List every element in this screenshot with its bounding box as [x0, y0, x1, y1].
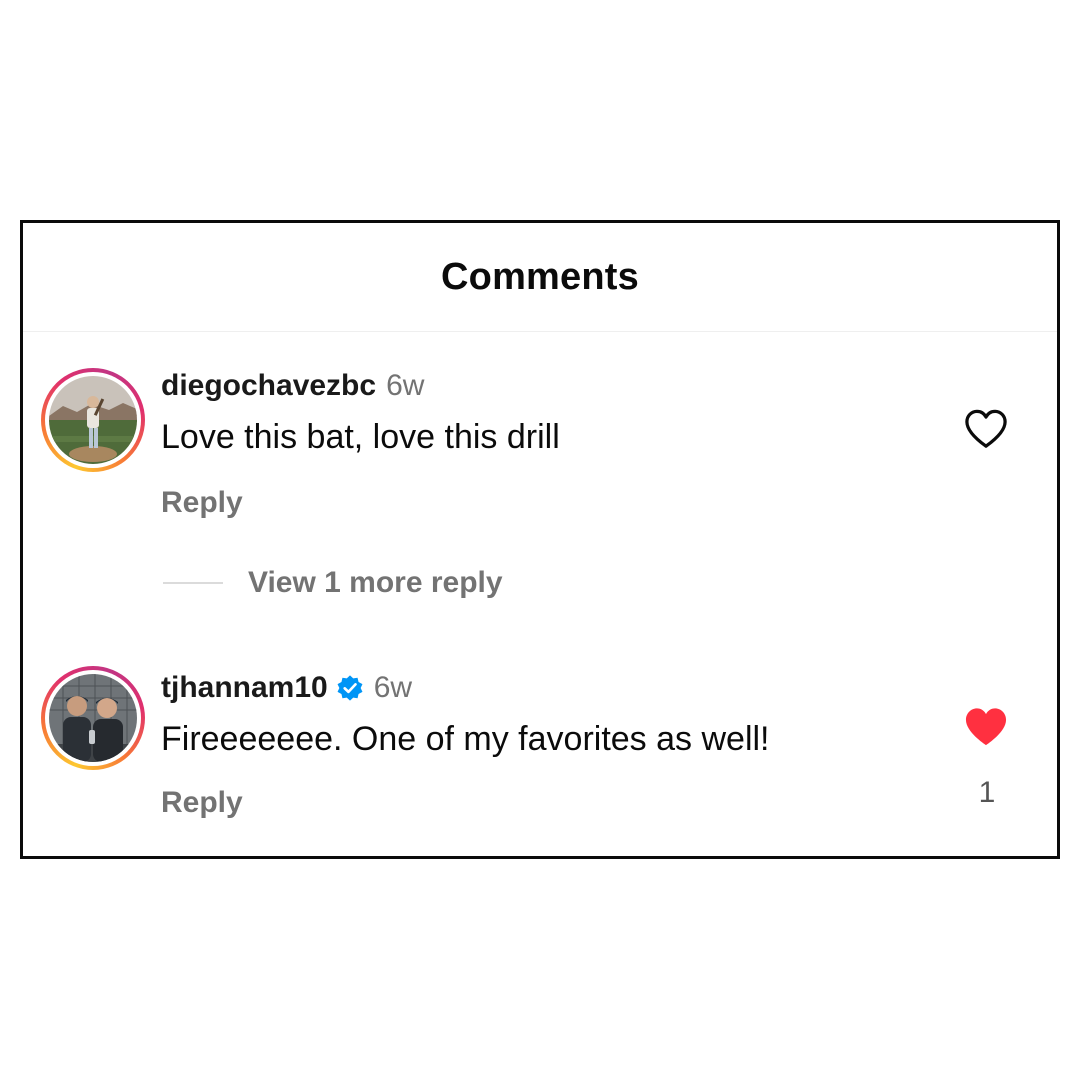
comment-time: 6w: [386, 369, 425, 402]
comments-header: Comments: [23, 223, 1057, 332]
comment-meta: diegochavezbc 6w: [161, 368, 424, 404]
heart-outline-icon[interactable]: [963, 408, 1009, 450]
page-title: Comments: [441, 255, 639, 298]
reply-button[interactable]: Reply: [161, 486, 243, 520]
avatar-image: [49, 674, 137, 762]
page: Comments diegochavezbc 6w Love this bat,…: [0, 0, 1080, 1080]
view-replies-label: View 1 more reply: [248, 566, 503, 599]
view-replies-button[interactable]: View 1 more reply: [163, 563, 503, 603]
comments-panel: Comments diegochavezbc 6w Love this bat,…: [20, 220, 1060, 859]
comment-text: Love this bat, love this drill: [161, 418, 560, 456]
thread-line: [163, 582, 223, 584]
username[interactable]: diegochavezbc: [161, 369, 376, 403]
avatar[interactable]: [41, 368, 145, 472]
comment-text: Fireeeeeee. One of my favorites as well!: [161, 720, 770, 758]
reply-button[interactable]: Reply: [161, 786, 243, 820]
like-count: 1: [978, 776, 996, 809]
comment-time: 6w: [373, 671, 413, 704]
comment-meta: tjhannam10 6w: [161, 670, 412, 706]
username[interactable]: tjhannam10: [161, 671, 328, 705]
avatar[interactable]: [41, 666, 145, 770]
avatar-image: [49, 376, 137, 464]
verified-badge-icon: [337, 675, 363, 701]
heart-filled-icon[interactable]: [963, 706, 1009, 748]
